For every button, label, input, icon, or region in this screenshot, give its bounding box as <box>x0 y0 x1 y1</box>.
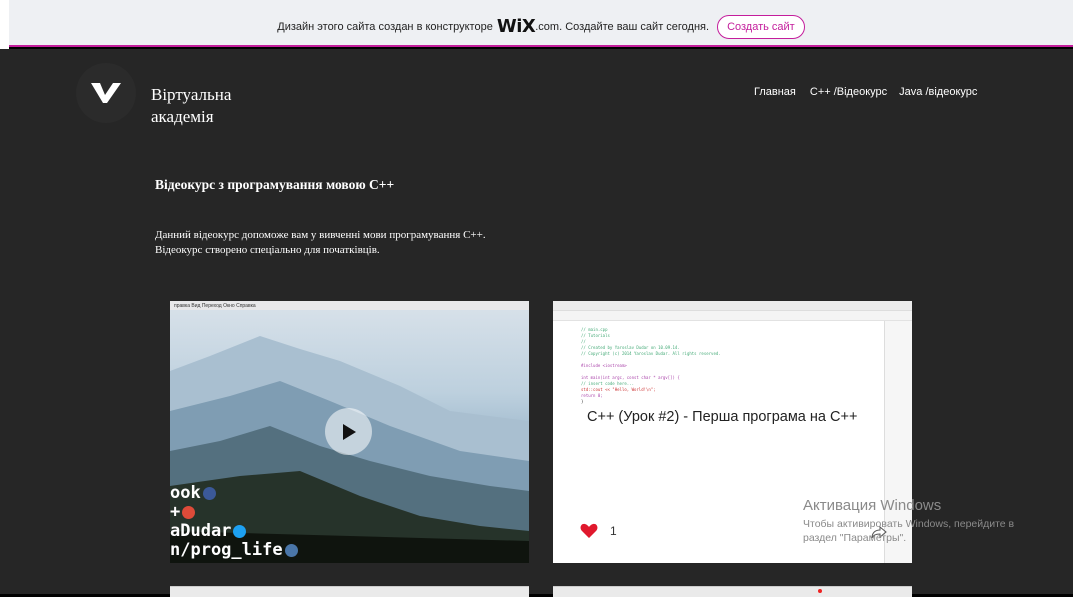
nav-item-cpp-course[interactable]: C++ /Відеокурс <box>810 86 887 98</box>
facebook-icon <box>202 486 216 500</box>
wix-promo-banner: Дизайн этого сайта создан в конструкторе… <box>9 0 1073 47</box>
code-line: } <box>581 399 584 404</box>
main-nav: Главная C++ /Відеокурс Java /відеокурс <box>754 86 977 98</box>
banner-text-after: .com. Создайте ваш сайт сегодня. <box>535 20 710 33</box>
create-site-button[interactable]: Создать сайт <box>717 14 805 39</box>
video-card-4[interactable] <box>553 586 912 597</box>
play-icon <box>342 423 356 440</box>
activation-line-2: Чтобы активировать Windows, перейдите в <box>803 518 1015 530</box>
site-title-line2: академія <box>151 107 214 126</box>
vk-icon <box>284 543 298 557</box>
editor-title-bar <box>553 301 912 311</box>
like-count: 1 <box>610 524 617 538</box>
play-button[interactable] <box>325 408 372 455</box>
video-card-1[interactable]: правка Вид Переход Окно Справка ook + aD… <box>170 301 529 563</box>
page-description: Данний відеокурс допоможе вам у вивченні… <box>155 229 486 256</box>
banner-text-before: Дизайн этого сайта создан в конструкторе <box>277 20 493 33</box>
check-v-icon <box>91 83 121 103</box>
code-snippet: // main.cpp // Tutorials // // Created b… <box>581 327 721 405</box>
left-edge <box>0 0 9 49</box>
like-control[interactable]: 1 <box>580 523 617 539</box>
site-title[interactable]: Віртуальна академія <box>151 84 291 128</box>
code-line: // Copyright (c) 2014 Yaroslav Dudar. Al… <box>581 351 721 356</box>
wix-logo[interactable]: WiX <box>497 16 536 37</box>
activation-title: Активация Windows <box>803 497 942 514</box>
editor-toolbar <box>553 311 912 321</box>
social-line-4: n/prog_life <box>170 540 283 560</box>
site-logo[interactable] <box>76 63 136 123</box>
video-title[interactable]: С++ (Урок #2) - Перша програма на С++ <box>587 409 857 425</box>
google-plus-icon <box>182 505 196 519</box>
record-dot-icon <box>818 589 822 593</box>
social-line-2: + <box>170 502 181 522</box>
windows-activation-watermark: Активация Windows Чтобы активировать Win… <box>803 497 1014 545</box>
activation-line-3: раздел "Параметры". <box>803 532 907 544</box>
nav-item-home[interactable]: Главная <box>754 86 796 98</box>
video-card-3[interactable] <box>170 586 529 597</box>
nav-item-java-course[interactable]: Java /відеокурс <box>899 86 977 98</box>
site-title-line1: Віртуальна <box>151 85 232 104</box>
twitter-icon <box>233 524 247 538</box>
social-overlay: ook + aDudar n/prog_life <box>170 484 298 560</box>
social-line-1: ook <box>170 483 201 503</box>
social-line-3: aDudar <box>170 521 232 541</box>
page-heading: Відеокурс з програмування мовою С++ <box>155 177 395 192</box>
mac-menu-bar: правка Вид Переход Окно Справка <box>170 301 529 310</box>
heart-icon[interactable] <box>580 523 598 539</box>
